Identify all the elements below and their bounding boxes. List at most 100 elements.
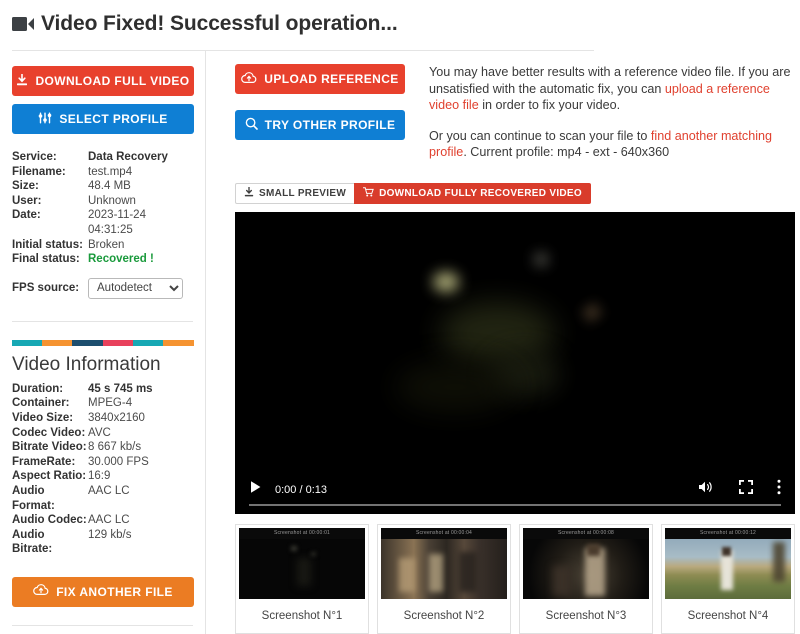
vi-key: Container: (12, 397, 70, 410)
download-full-video-button[interactable]: DOWNLOAD FULL VIDEO (12, 66, 194, 96)
vi-row-video-size: Video Size: 3840x2160 (12, 411, 193, 426)
player-controls-left: 0:00 / 0:13 (249, 480, 327, 499)
vi-row-codec-video: Codec Video: AVC (12, 426, 193, 441)
player-time: 0:00 / 0:13 (275, 483, 327, 496)
video-frame-highlight (535, 253, 547, 265)
detail-value: test.mp4 (88, 165, 133, 178)
video-camera-icon (12, 16, 34, 32)
fullscreen-icon[interactable] (739, 480, 753, 499)
vi-row-duration: Duration: 45 s 745 ms (12, 382, 193, 397)
detail-row-date: Date: 2023-11-24 04:31:25 (12, 208, 193, 237)
vi-value: 16:9 (88, 470, 111, 483)
detail-value: 2023-11-24 04:31:25 (88, 209, 146, 236)
screenshot-thumbnail: Screenshot at 00:00:04 (381, 527, 507, 599)
fps-source-select[interactable]: Autodetect (88, 277, 183, 299)
vi-key: Bitrate Video: (12, 441, 87, 454)
detail-key: Initial status: (12, 238, 83, 251)
top-actions-area: UPLOAD REFERENCE TRY OTHER PROFILE You m… (235, 50, 800, 161)
play-icon[interactable] (249, 480, 262, 499)
player-progress-bar[interactable] (249, 503, 781, 506)
screenshot-overlay-label: Screenshot at 00:00:04 (381, 527, 507, 539)
video-information-title: Video Information (12, 353, 161, 375)
upload-reference-button[interactable]: UPLOAD REFERENCE (235, 64, 405, 94)
detail-key: User: (12, 194, 42, 207)
screenshot-item-1[interactable]: Screenshot at 00:00:01 Screenshot N°1 (235, 523, 369, 634)
vi-row-audio-bitrate: Audio Bitrate: 129 kb/s (12, 528, 193, 557)
detail-row-final-status: Final status: Recovered ! (12, 252, 193, 267)
screenshot-overlay-label: Screenshot at 00:00:01 (239, 527, 365, 539)
page-header: Video Fixed! Successful operation... (0, 0, 800, 48)
action-buttons-column: UPLOAD REFERENCE TRY OTHER PROFILE (235, 64, 405, 161)
detail-value: Unknown (88, 194, 136, 207)
download-fully-recovered-label: DOWNLOAD FULLY RECOVERED VIDEO (379, 187, 582, 199)
profile-help-part2: . Current profile: mp4 - ext - 640x360 (463, 145, 670, 159)
reference-help-part2: in order to fix your video. (478, 98, 621, 112)
screenshot-thumbnail: Screenshot at 00:00:12 (665, 527, 791, 599)
screenshot-thumbnail: Screenshot at 00:00:01 (239, 527, 365, 599)
try-other-profile-label: TRY OTHER PROFILE (264, 118, 396, 132)
detail-key: Size: (12, 180, 39, 193)
vi-row-audio-codec: Audio Codec: AAC LC (12, 513, 193, 528)
video-player[interactable]: 0:00 / 0:13 (235, 211, 795, 514)
detail-row-initial-status: Initial status: Broken (12, 238, 193, 253)
video-frame-highlight (583, 304, 601, 320)
vi-value: 8 667 kb/s (88, 441, 142, 454)
fix-another-file-button[interactable]: FIX ANOTHER FILE (12, 576, 194, 607)
screenshot-item-4[interactable]: Screenshot at 00:00:12 Screenshot N°4 (661, 523, 795, 634)
profile-help-paragraph: Or you can continue to scan your file to… (429, 128, 799, 161)
kebab-menu-icon[interactable] (777, 479, 781, 500)
app-root: Video Fixed! Successful operation... DOW… (0, 0, 800, 634)
video-frame-highlight (433, 271, 459, 292)
sidebar-divider-1 (12, 320, 193, 322)
file-details-table: Service: Data Recovery Filename: test.mp… (12, 150, 193, 267)
screenshot-item-2[interactable]: Screenshot at 00:00:04 Screenshot N°2 (377, 523, 511, 634)
detail-key: Final status: (12, 253, 80, 266)
cloud-upload-icon (241, 71, 257, 87)
screenshot-caption: Screenshot N°1 (261, 609, 343, 622)
detail-key: Service: (12, 151, 57, 163)
decorative-color-bar (12, 339, 194, 346)
screenshot-caption: Screenshot N°3 (545, 609, 627, 622)
detail-row-filename: Filename: test.mp4 (12, 165, 193, 180)
download-icon (244, 185, 254, 200)
detail-value: Data Recovery (88, 151, 168, 163)
color-segment-4 (102, 339, 133, 346)
vi-value: 30.000 FPS (88, 455, 149, 468)
fps-source-label: FPS source: (12, 282, 80, 295)
video-frame-detail (395, 361, 515, 412)
vi-value: 129 kb/s (88, 528, 132, 541)
color-segment-2 (42, 339, 73, 346)
video-information-table: Duration: 45 s 745 ms Container: MPEG-4 … (12, 382, 193, 557)
small-preview-button[interactable]: SMALL PREVIEW (235, 182, 356, 204)
volume-icon[interactable] (698, 480, 715, 499)
screenshot-caption: Screenshot N°4 (687, 609, 769, 622)
color-segment-6 (163, 339, 194, 346)
download-fully-recovered-button[interactable]: DOWNLOAD FULLY RECOVERED VIDEO (354, 182, 591, 204)
vi-key: Duration: (12, 382, 64, 395)
vi-value: AAC LC (88, 484, 130, 497)
reference-help-paragraph: You may have better results with a refer… (429, 64, 799, 114)
color-segment-1 (12, 339, 43, 346)
profile-help-part1: Or you can continue to scan your file to (429, 128, 651, 143)
screenshot-overlay-label: Screenshot at 00:00:08 (523, 527, 649, 539)
vi-value: MPEG-4 (88, 397, 133, 410)
detail-value: Broken (88, 238, 125, 251)
fix-another-file-label: FIX ANOTHER FILE (56, 584, 173, 599)
vi-row-audio-format: Audio Format: AAC LC (12, 484, 193, 513)
select-profile-button[interactable]: SELECT PROFILE (12, 104, 194, 134)
select-profile-label: SELECT PROFILE (59, 112, 168, 126)
cloud-upload-icon (33, 584, 49, 599)
vi-value: AAC LC (88, 514, 130, 527)
detail-row-size: Size: 48.4 MB (12, 179, 193, 194)
upload-reference-label: UPLOAD REFERENCE (264, 72, 399, 86)
player-controls: 0:00 / 0:13 (235, 465, 795, 514)
player-controls-right (698, 479, 781, 500)
download-full-video-label: DOWNLOAD FULL VIDEO (35, 74, 190, 88)
fix-another-file-wrapper: FIX ANOTHER FILE (12, 576, 194, 607)
vi-key: FrameRate: (12, 455, 76, 468)
screenshot-caption: Screenshot N°2 (403, 609, 485, 622)
vi-key: Aspect Ratio: (12, 470, 87, 483)
try-other-profile-button[interactable]: TRY OTHER PROFILE (235, 110, 405, 140)
page-title: Video Fixed! Successful operation... (41, 12, 398, 35)
screenshot-item-3[interactable]: Screenshot at 00:00:08 Screenshot N°3 (519, 523, 653, 634)
